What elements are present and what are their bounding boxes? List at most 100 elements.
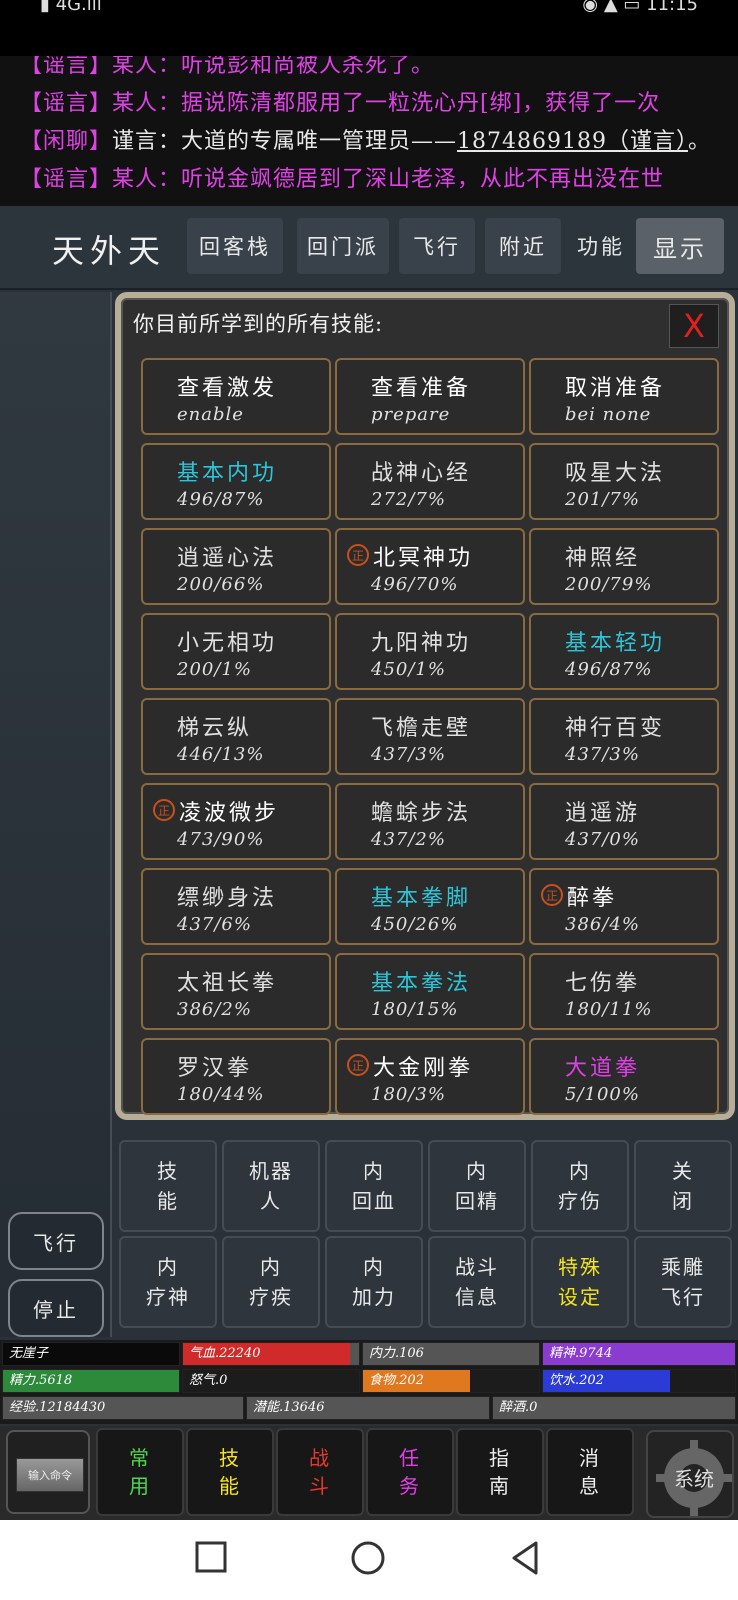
- skill-level: 272/7%: [371, 489, 446, 510]
- nav-tab[interactable]: 常用: [96, 1428, 184, 1516]
- nav-tab-label: 指: [489, 1446, 511, 1470]
- skill-name: 北冥神功: [373, 546, 474, 571]
- skill-name: 飞檐走壁: [371, 716, 472, 741]
- skill-name: 神照经: [565, 546, 641, 571]
- action-button[interactable]: 内回精: [428, 1140, 526, 1232]
- side-stop-button[interactable]: 停止: [8, 1279, 104, 1337]
- skill-cell[interactable]: 查看准备 prepare: [335, 358, 525, 435]
- recent-apps-icon[interactable]: [194, 1540, 228, 1574]
- action-label: 乘雕: [661, 1255, 705, 1279]
- skill-cell[interactable]: 神行百变 437/3%: [529, 698, 719, 775]
- jingshen-bar: 精神.9744: [542, 1342, 736, 1366]
- skill-cell[interactable]: 缥缈身法 437/6%: [141, 868, 331, 945]
- action-button[interactable]: 特殊 设定: [531, 1236, 629, 1328]
- skill-level: 386/4%: [565, 914, 640, 935]
- skill-cell[interactable]: 基本内功 496/87%: [141, 443, 331, 520]
- skill-name: 太祖长拳: [177, 971, 278, 996]
- skill-cell[interactable]: 正北冥神功 496/70%: [335, 528, 525, 605]
- fly-button[interactable]: 飞行: [399, 218, 475, 274]
- skill-name: 逍遥游: [565, 801, 641, 826]
- keyboard-icon: 输入命令: [16, 1458, 84, 1492]
- skill-level: 450/1%: [371, 659, 446, 680]
- return-inn-button[interactable]: 回客栈: [187, 218, 283, 274]
- shiwu-bar: 食物.202: [362, 1369, 540, 1393]
- jingli-bar: 精力.5618: [2, 1369, 180, 1393]
- nav-tab-label: 南: [489, 1474, 511, 1498]
- location-bar: 天外天 回客栈 回门派 飞行 附近 功能 显示: [0, 206, 738, 290]
- function-button[interactable]: 功能: [571, 218, 631, 274]
- action-button[interactable]: 内疗疾: [222, 1236, 320, 1328]
- nav-tab-label: 能: [219, 1474, 241, 1498]
- skill-cell[interactable]: 大道拳 5/100%: [529, 1038, 719, 1115]
- qixue-bar: 气血.22240: [182, 1342, 360, 1366]
- close-button[interactable]: X: [669, 304, 719, 348]
- action-button[interactable]: 内加力: [325, 1236, 423, 1328]
- player-link[interactable]: 1874869189（谨言）: [457, 129, 688, 154]
- nav-tab[interactable]: 任务: [366, 1428, 454, 1516]
- skill-name: 醉拳: [567, 886, 618, 911]
- action-label: 内: [466, 1159, 488, 1183]
- skill-cell[interactable]: 太祖长拳 386/2%: [141, 953, 331, 1030]
- skill-cell[interactable]: 基本拳脚 450/26%: [335, 868, 525, 945]
- nav-tab-label: 斗: [309, 1474, 331, 1498]
- action-button[interactable]: 机器人: [222, 1140, 320, 1232]
- skill-cell[interactable]: 梯云纵 446/13%: [141, 698, 331, 775]
- skill-cell[interactable]: 基本拳法 180/15%: [335, 953, 525, 1030]
- nearby-button[interactable]: 附近: [485, 218, 561, 274]
- skill-level: 5/100%: [565, 1084, 640, 1105]
- action-button[interactable]: 内回血: [325, 1140, 423, 1232]
- skill-cell[interactable]: 飞檐走壁 437/3%: [335, 698, 525, 775]
- skill-level: 496/70%: [371, 574, 459, 595]
- action-label: 闭: [672, 1189, 694, 1213]
- skill-cell[interactable]: 九阳神功 450/1%: [335, 613, 525, 690]
- input-command-button[interactable]: 输入命令: [6, 1430, 90, 1514]
- action-button[interactable]: 关闭: [634, 1140, 732, 1232]
- side-fly-button[interactable]: 飞行: [8, 1212, 104, 1270]
- skill-name: 大金刚拳: [373, 1056, 474, 1081]
- return-sect-button[interactable]: 回门派: [297, 218, 389, 274]
- skill-level: 180/44%: [177, 1084, 265, 1105]
- active-skill-badge-icon: 正: [347, 544, 369, 566]
- skill-cell[interactable]: 小无相功 200/1%: [141, 613, 331, 690]
- settings-gear-button[interactable]: 系统: [646, 1430, 734, 1518]
- nuqi-bar: 怒气.0: [182, 1369, 360, 1393]
- character-name: 无崖子: [2, 1342, 180, 1366]
- skill-level: 446/13%: [177, 744, 265, 765]
- skill-cell[interactable]: 罗汉拳 180/44%: [141, 1038, 331, 1115]
- nav-tab[interactable]: 战斗: [276, 1428, 364, 1516]
- gear-icon: 系统: [656, 1440, 732, 1516]
- skill-cell[interactable]: 蟾蜍步法 437/2%: [335, 783, 525, 860]
- skill-cell[interactable]: 取消准备 bei none: [529, 358, 719, 435]
- nav-tab[interactable]: 消息: [546, 1428, 634, 1516]
- action-button[interactable]: 内疗神: [119, 1236, 217, 1328]
- chat-feed[interactable]: 【谣言】某人：听说彭和尚被人杀死了。 【谣言】某人：据说陈清都服用了一粒洗心丹[…: [0, 56, 738, 206]
- chat-line: 【谣言】某人：听说金飒德居到了深山老泽，从此不再出没在世: [20, 167, 665, 192]
- skill-cell[interactable]: 神照经 200/79%: [529, 528, 719, 605]
- signal-indicator: ▮ 4G.ıll: [40, 0, 102, 15]
- action-button[interactable]: 战斗 信息: [428, 1236, 526, 1328]
- nav-tab[interactable]: 指南: [456, 1428, 544, 1516]
- action-button[interactable]: 内疗伤: [531, 1140, 629, 1232]
- skill-cell[interactable]: 正大金刚拳 180/3%: [335, 1038, 525, 1115]
- skill-cell[interactable]: 查看激发 enable: [141, 358, 331, 435]
- action-button[interactable]: 技能: [119, 1140, 217, 1232]
- skill-name: 罗汉拳: [177, 1056, 253, 1081]
- back-icon[interactable]: [508, 1540, 542, 1576]
- skill-cell[interactable]: 逍遥游 437/0%: [529, 783, 719, 860]
- skill-cell[interactable]: 正醉拳 386/4%: [529, 868, 719, 945]
- skill-cell[interactable]: 逍遥心法 200/66%: [141, 528, 331, 605]
- action-label: 人: [260, 1189, 282, 1213]
- skill-cell[interactable]: 七伤拳 180/11%: [529, 953, 719, 1030]
- skill-cell[interactable]: 战神心经 272/7%: [335, 443, 525, 520]
- skill-cell[interactable]: 基本轻功 496/87%: [529, 613, 719, 690]
- skill-level: enable: [177, 404, 244, 425]
- skill-cell[interactable]: 正凌波微步 473/90%: [141, 783, 331, 860]
- skill-level: 437/3%: [565, 744, 640, 765]
- skill-cell[interactable]: 吸星大法 201/7%: [529, 443, 719, 520]
- display-button[interactable]: 显示: [636, 218, 724, 274]
- stats-panel: 无崖子 气血.22240 内力.106 精神.9744 精力.5618 怒气.0…: [0, 1340, 738, 1424]
- yinshui-bar: 饮水.202: [542, 1369, 736, 1393]
- action-button[interactable]: 乘雕 飞行: [634, 1236, 732, 1328]
- home-icon[interactable]: [350, 1540, 386, 1576]
- nav-tab[interactable]: 技能: [186, 1428, 274, 1516]
